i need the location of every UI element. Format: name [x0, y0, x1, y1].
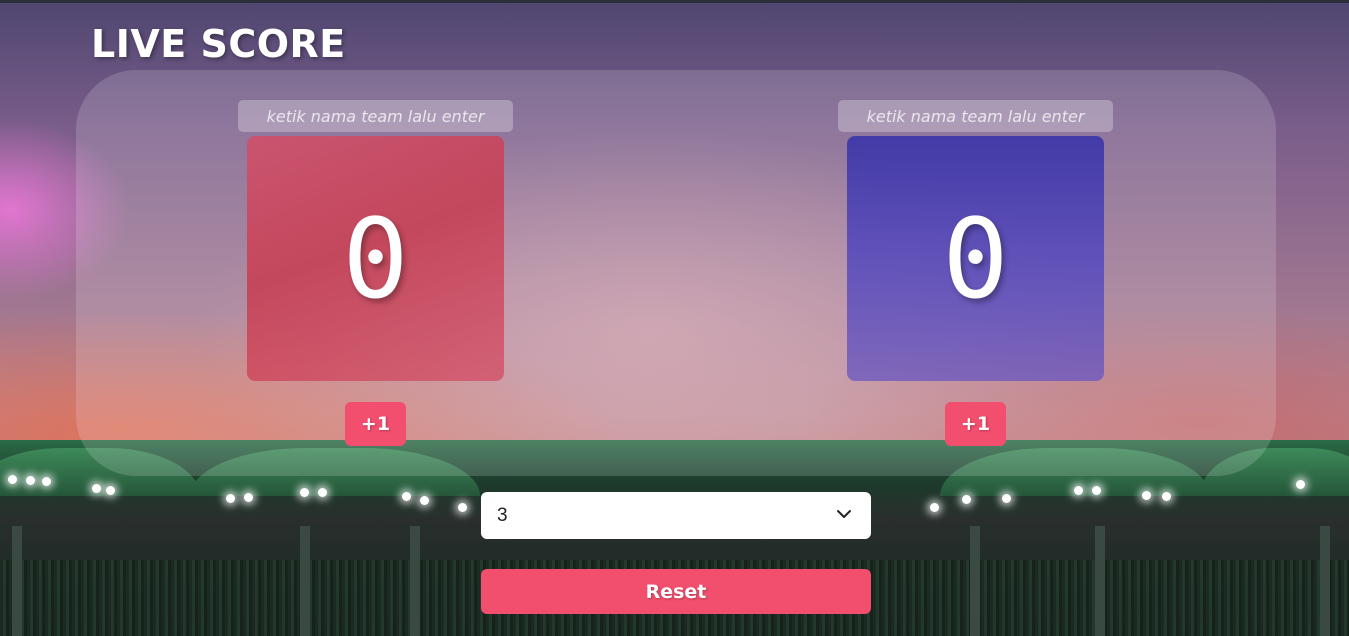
stadium-light — [42, 477, 51, 486]
stadium-pillar — [410, 526, 420, 636]
round-select-value: 3 — [497, 505, 508, 526]
stadium-light — [244, 493, 253, 502]
stadium-light — [402, 492, 411, 501]
chevron-down-icon — [837, 510, 851, 518]
team-right-name-input[interactable] — [838, 100, 1113, 132]
reset-button[interactable]: Reset — [481, 569, 871, 614]
stadium-light — [1162, 492, 1171, 501]
stadium-pillar — [1320, 526, 1330, 636]
stadium-pillar — [300, 526, 310, 636]
stadium-light — [8, 475, 17, 484]
stadium-pillar — [970, 526, 980, 636]
team-left-name-input[interactable] — [238, 100, 513, 132]
stadium-light — [1002, 494, 1011, 503]
team-right-increment-button[interactable]: +1 — [945, 402, 1006, 446]
team-right-score-box: 0 — [847, 136, 1104, 381]
stadium-light — [26, 476, 35, 485]
stadium-light — [226, 494, 235, 503]
stadium-light — [106, 486, 115, 495]
stadium-pillar — [1095, 526, 1105, 636]
stadium-light — [318, 488, 327, 497]
stadium-light — [92, 484, 101, 493]
stadium-light — [962, 495, 971, 504]
page-title: LIVE SCORE — [91, 22, 346, 66]
stadium-light — [1296, 480, 1305, 489]
stadium-light — [930, 503, 939, 512]
team-right-score: 0 — [942, 194, 1009, 323]
team-left-score: 0 — [342, 194, 409, 323]
team-left-increment-button[interactable]: +1 — [345, 402, 406, 446]
stadium-light — [1074, 486, 1083, 495]
stadium-light — [1142, 491, 1151, 500]
team-left-score-box: 0 — [247, 136, 504, 381]
stadium-light — [1092, 486, 1101, 495]
stadium-pillar — [12, 526, 22, 636]
stadium-light — [300, 488, 309, 497]
stadium-light — [420, 496, 429, 505]
round-select[interactable]: 3 — [481, 492, 871, 539]
top-border — [0, 0, 1349, 3]
stadium-light — [458, 503, 467, 512]
